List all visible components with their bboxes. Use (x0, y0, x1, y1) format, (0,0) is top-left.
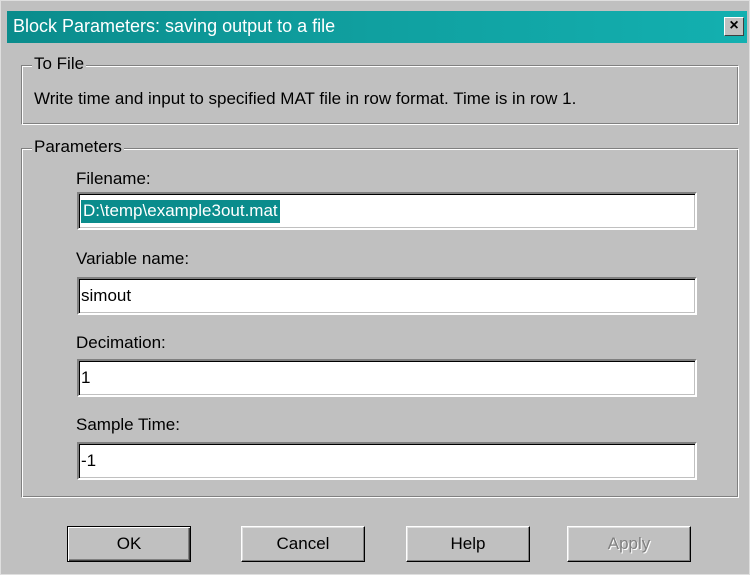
sample-time-value: -1 (81, 451, 97, 470)
filename-field[interactable]: D:\temp\example3out.mat (77, 192, 697, 230)
filename-label: Filename: (76, 169, 151, 188)
filename-value: D:\temp\example3out.mat (81, 200, 280, 223)
decimation-label: Decimation: (76, 333, 166, 352)
decimation-field[interactable]: 1 (77, 359, 697, 397)
sample-time-label: Sample Time: (76, 415, 180, 434)
to-file-group: To File Write time and input to specifie… (21, 54, 739, 125)
close-icon[interactable]: × (724, 17, 744, 36)
to-file-group-label: To File (32, 54, 87, 74)
help-button[interactable]: Help (406, 526, 530, 562)
block-parameters-dialog: Block Parameters: saving output to a fil… (0, 0, 750, 575)
block-description: Write time and input to specified MAT fi… (34, 89, 577, 108)
variable-name-field[interactable]: simout (77, 277, 697, 315)
variable-name-value: simout (81, 286, 132, 305)
title-bar[interactable]: Block Parameters: saving output to a fil… (7, 11, 747, 43)
parameters-group: Parameters Filename: D:\temp\example3out… (21, 137, 739, 498)
ok-button[interactable]: OK (67, 526, 191, 562)
variable-name-label: Variable name: (76, 249, 190, 268)
parameters-group-label: Parameters (32, 137, 124, 157)
window-title: Block Parameters: saving output to a fil… (13, 16, 336, 36)
sample-time-field[interactable]: -1 (77, 442, 697, 480)
decimation-value: 1 (81, 368, 91, 387)
cancel-button[interactable]: Cancel (241, 526, 365, 562)
apply-button[interactable]: Apply (567, 526, 691, 562)
